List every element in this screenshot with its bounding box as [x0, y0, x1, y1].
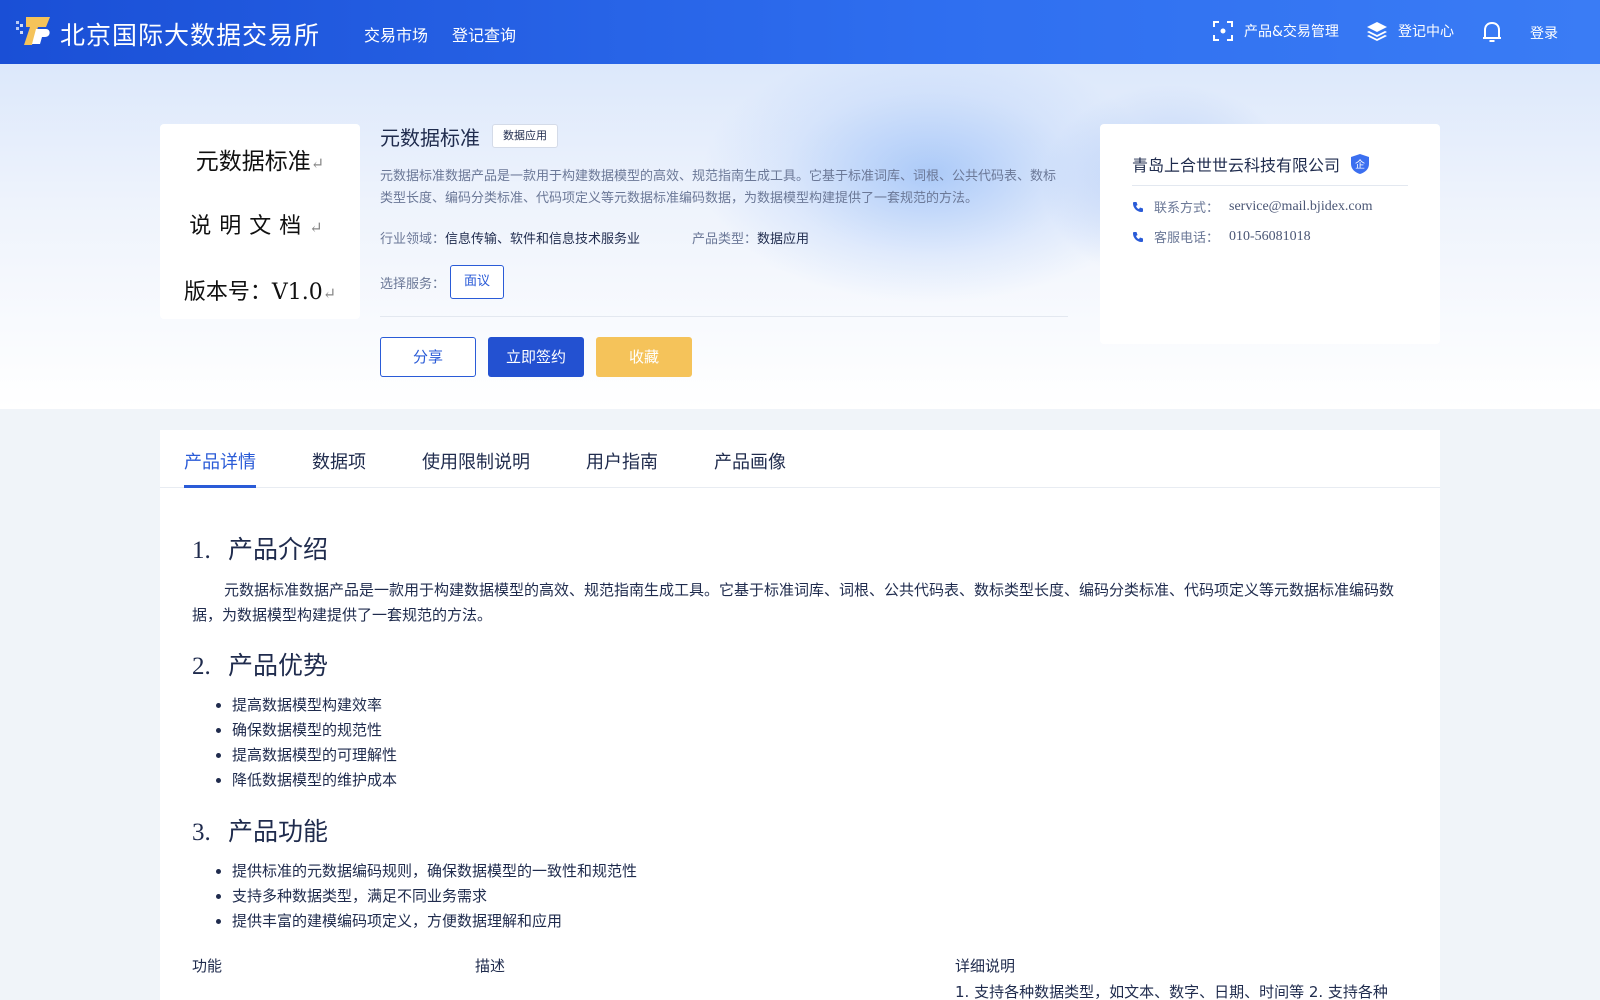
active-tab-indicator — [184, 485, 256, 488]
product-type-value: 数据应用 — [757, 232, 810, 247]
service-label: 选择服务： — [380, 277, 446, 292]
intro-paragraph: 元数据标准数据产品是一款用于构建数据模型的高效、规范指南生成工具。它基于标准词库… — [192, 581, 1395, 624]
contact-email[interactable]: service@mail.bjidex.com — [1229, 199, 1373, 215]
list-item: 降低数据模型的维护成本 — [232, 768, 397, 793]
product-title: 元数据标准 — [380, 126, 480, 150]
phone-number: 010-56081018 — [1229, 228, 1311, 244]
nav-registry-center[interactable]: 登记中心 — [1366, 20, 1454, 42]
phone-icon — [1133, 231, 1143, 242]
vendor-card: 青岛上合世世云科技有限公司 企 联系方式： service@mail.bjide… — [1100, 124, 1440, 344]
list-item: 提供丰富的建模编码项定义，方便数据理解和应用 — [232, 909, 637, 934]
product-tag: 数据应用 — [492, 124, 558, 148]
nav-trade-market[interactable]: 交易市场 — [364, 22, 428, 46]
scan-icon — [1213, 21, 1233, 41]
list-item: 提高数据模型的可理解性 — [232, 743, 397, 768]
logo-icon[interactable] — [16, 15, 52, 47]
vendor-phone-row: 客服电话： 010-56081018 — [1132, 227, 1311, 246]
layers-icon — [1367, 22, 1387, 41]
top-navbar: 北京国际大数据交易所 交易市场 登记查询 产品&交易管理 登记中心 登录 — [0, 0, 1600, 64]
industry-value: 信息传输、软件和信息技术服务业 — [445, 232, 641, 247]
section-heading: 1. 产品介绍 — [192, 530, 328, 566]
section-number: 1. — [192, 537, 211, 564]
return-mark-icon: ↵ — [310, 154, 325, 173]
list-item: 支持多种数据类型，满足不同业务需求 — [232, 884, 637, 909]
industry-label: 行业领域： — [380, 232, 446, 247]
product-type-label: 产品类型： — [692, 232, 758, 247]
tab-user-guide[interactable]: 用户指南 — [586, 448, 658, 474]
favorite-button[interactable]: 收藏 — [596, 337, 692, 377]
detail-panel: 产品详情 数据项 使用限制说明 用户指南 产品画像 1. 产品介绍 元数据标准数据… — [160, 430, 1440, 1000]
section-number: 3. — [192, 819, 211, 846]
enterprise-verified-icon: 企 — [1351, 154, 1369, 174]
return-mark-icon: ↵ — [322, 284, 337, 303]
doc-line-3: 版本号：V1.0 — [183, 280, 323, 305]
list-item: 提高数据模型构建效率 — [232, 693, 397, 718]
return-mark-icon: ↵ — [309, 218, 331, 237]
section-title: 产品介绍 — [228, 535, 329, 564]
product-type-field: 产品类型：数据应用 — [692, 228, 809, 247]
nav-registry-query[interactable]: 登记查询 — [452, 22, 516, 46]
list-item: 提供标准的元数据编码规则，确保数据模型的一致性和规范性 — [232, 859, 637, 884]
contact-label: 联系方式： — [1154, 201, 1220, 216]
advantages-list: 提高数据模型构建效率 确保数据模型的规范性 提高数据模型的可理解性 降低数据模型… — [232, 693, 397, 793]
doc-line-2: 说明文档 — [189, 214, 310, 239]
document-preview[interactable]: 元数据标准↵ 说明文档↵ 版本号：V1.0↵ — [160, 124, 360, 319]
doc-preview-subtitle: 说明文档↵ — [160, 208, 360, 240]
section-title: 产品优势 — [228, 651, 329, 680]
table-header-function: 功能 — [192, 957, 223, 975]
section-title: 产品功能 — [228, 817, 329, 846]
doc-line-1: 元数据标准 — [195, 149, 311, 175]
vendor-name[interactable]: 青岛上合世世云科技有限公司 — [1132, 152, 1340, 176]
divider — [380, 316, 1068, 317]
bell-icon[interactable] — [1481, 20, 1503, 44]
nav-product-trade-mgmt[interactable]: 产品&交易管理 — [1212, 20, 1339, 42]
industry-field: 行业领域：信息传输、软件和信息技术服务业 — [380, 228, 640, 247]
section-heading: 2. 产品优势 — [192, 646, 328, 682]
section-heading: 3. 产品功能 — [192, 812, 328, 848]
nav-product-trade-mgmt-label: 产品&交易管理 — [1244, 24, 1339, 40]
doc-preview-title: 元数据标准↵ — [160, 142, 360, 176]
divider — [1132, 185, 1408, 186]
nav-registry-center-label: 登记中心 — [1398, 24, 1454, 40]
table-cell-detail: 1. 支持各种数据类型，如文本、数字、日期、时间等 2. 支持各种 — [955, 983, 1388, 1000]
product-description: 元数据标准数据产品是一款用于构建数据模型的高效、规范指南生成工具。它基于标准词库… — [380, 169, 1057, 206]
tab-bar: 产品详情 数据项 使用限制说明 用户指南 产品画像 — [160, 430, 1440, 488]
share-button[interactable]: 分享 — [380, 337, 476, 377]
login-link[interactable]: 登录 — [1530, 23, 1558, 43]
table-header-description: 描述 — [475, 957, 506, 975]
doc-preview-version: 版本号：V1.0↵ — [160, 274, 360, 306]
tab-data-items[interactable]: 数据项 — [312, 448, 366, 474]
enterprise-badge-text: 企 — [1355, 158, 1365, 171]
service-option-negotiable[interactable]: 面议 — [450, 265, 504, 299]
features-list: 提供标准的元数据编码规则，确保数据模型的一致性和规范性 支持多种数据类型，满足不… — [232, 859, 637, 934]
sign-now-button[interactable]: 立即签约 — [488, 337, 584, 377]
list-item: 确保数据模型的规范性 — [232, 718, 397, 743]
table-header-detail: 详细说明 — [955, 957, 1016, 975]
phone-icon — [1133, 201, 1143, 212]
phone-label: 客服电话： — [1154, 231, 1220, 246]
vendor-contact-row: 联系方式： service@mail.bjidex.com — [1132, 197, 1373, 216]
tab-product-details[interactable]: 产品详情 — [184, 448, 256, 474]
section-number: 2. — [192, 653, 211, 680]
brand-title[interactable]: 北京国际大数据交易所 — [60, 16, 320, 52]
tab-usage-restrictions[interactable]: 使用限制说明 — [422, 448, 530, 474]
tab-product-profile[interactable]: 产品画像 — [714, 448, 786, 474]
